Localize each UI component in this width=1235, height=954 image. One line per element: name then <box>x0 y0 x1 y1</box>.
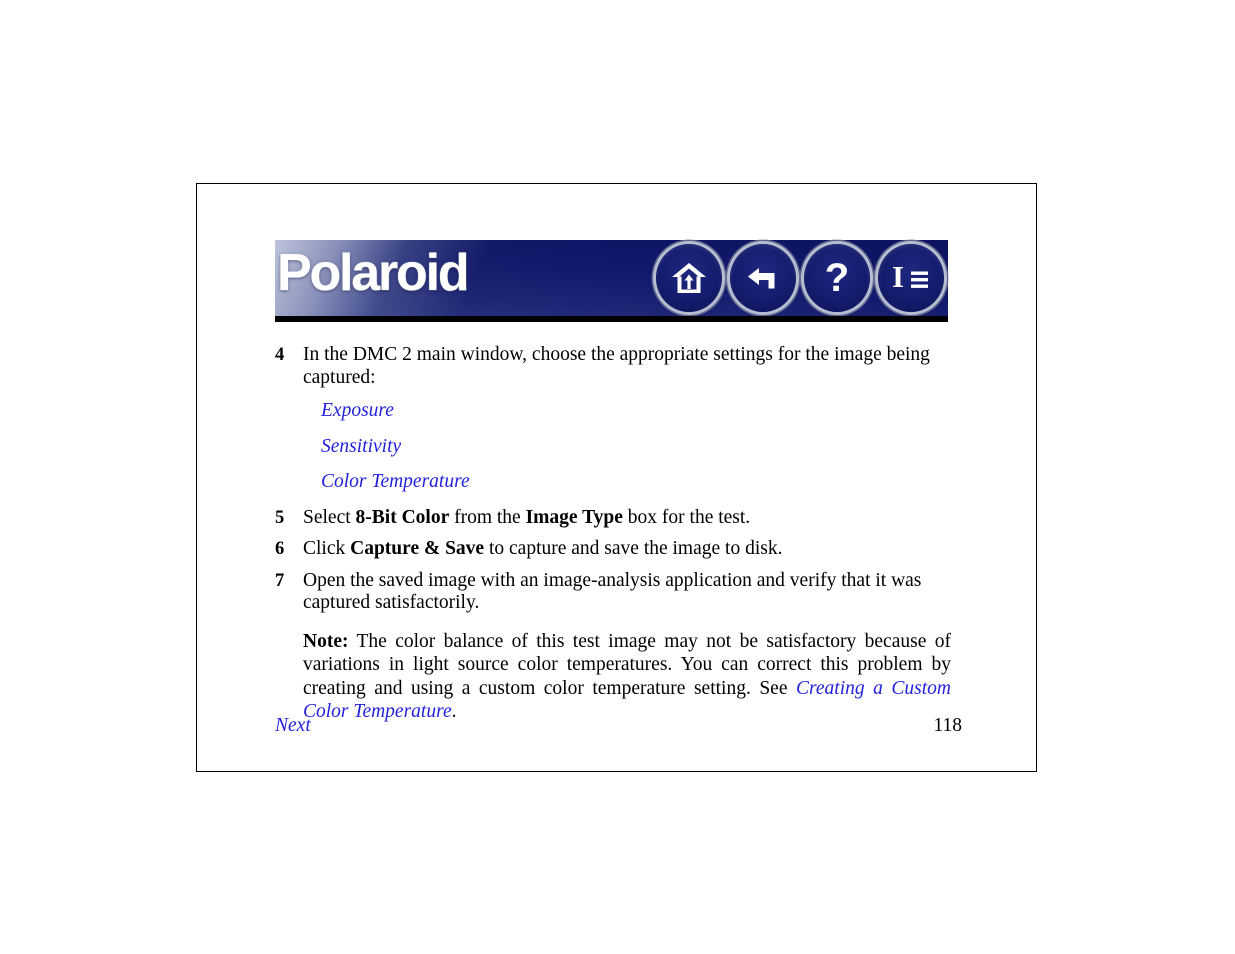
step-text-pre: Select <box>303 506 356 528</box>
next-link[interactable]: Next <box>275 715 311 737</box>
step-text: Select 8-Bit Color from the Image Type b… <box>303 507 953 530</box>
help-button[interactable]: ? <box>804 244 870 312</box>
step-number: 5 <box>275 507 285 528</box>
link-sensitivity[interactable]: Sensitivity <box>321 436 953 459</box>
step-item: 7 Open the saved image with an image-ana… <box>275 570 953 615</box>
step-number: 4 <box>275 345 285 365</box>
banner-nav-buttons: ? I <box>656 244 944 312</box>
page-number: 118 <box>933 715 962 736</box>
home-icon <box>669 258 709 298</box>
step-item: 5 Select 8-Bit Color from the Image Type… <box>275 507 953 530</box>
polaroid-logo: Polaroid <box>277 244 470 302</box>
step-number: 7 <box>275 570 285 591</box>
step-text: Open the saved image with an image-analy… <box>303 569 922 614</box>
back-arrow-icon <box>743 258 783 298</box>
note-paragraph: Note: The color balance of this test ima… <box>303 630 951 724</box>
index-icon: I <box>890 261 932 295</box>
step-text-pre: Click <box>303 538 351 559</box>
step-text-mid: from the <box>449 506 526 528</box>
link-exposure[interactable]: Exposure <box>321 400 953 423</box>
step-text: In the DMC 2 main window, choose the app… <box>303 344 930 388</box>
step-item: 6 Click Capture & Save to capture and sa… <box>275 538 953 561</box>
step-number: 6 <box>275 539 285 559</box>
step-text-post: to capture and save the image to disk. <box>484 538 783 559</box>
polaroid-banner: Polaroid ? I <box>275 240 948 322</box>
page-footer: Next 118 <box>275 715 962 737</box>
step-text-post: box for the test. <box>622 506 751 528</box>
banner-bottom-bar <box>275 316 948 322</box>
document-page: Polaroid ? I 4 In the DMC 2 main window,… <box>196 183 1037 772</box>
home-button[interactable] <box>656 244 722 312</box>
step-text-bold-image-type: Image Type <box>525 506 623 528</box>
page-content: 4 In the DMC 2 main window, choose the a… <box>275 344 953 724</box>
index-button[interactable]: I <box>878 244 944 312</box>
step-item: 4 In the DMC 2 main window, choose the a… <box>275 344 953 389</box>
step-text: Click Capture & Save to capture and save… <box>303 538 953 561</box>
step-text-bold-8bit-color: 8-Bit Color <box>355 506 450 528</box>
question-mark-icon: ? <box>824 256 850 300</box>
back-button[interactable] <box>730 244 796 312</box>
step-text-bold-capture-save: Capture & Save <box>350 538 485 559</box>
svg-text:I: I <box>892 261 904 294</box>
sublink-list: Exposure Sensitivity Color Temperature <box>321 400 953 494</box>
link-color-temperature[interactable]: Color Temperature <box>321 471 953 494</box>
note-label: Note: <box>303 630 349 652</box>
